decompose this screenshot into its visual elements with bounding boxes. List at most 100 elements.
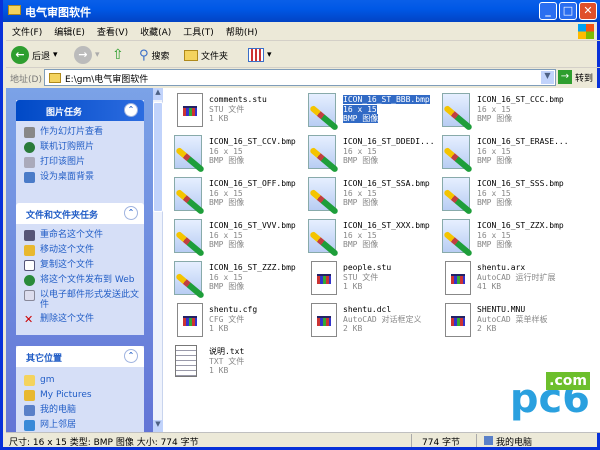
search-button[interactable]: ⚲ 搜索 xyxy=(139,45,170,65)
file-type: 16 x 15 xyxy=(209,272,243,282)
file-detail: 1 KB xyxy=(209,324,229,333)
desktop-icon xyxy=(24,172,35,183)
panel-header[interactable]: 其它位置 ⌃ xyxy=(16,346,144,367)
file-name: ICON_16_ST_CCV.bmp xyxy=(209,137,296,146)
file-item[interactable]: 说明.txt TXT 文件 1 KB xyxy=(166,342,299,384)
collapse-chevron-icon[interactable]: ⌃ xyxy=(124,103,138,117)
scroll-up-icon[interactable]: ▲ xyxy=(153,88,163,100)
toolbar: ← 后退 ▾ → ▾ ⇧ ⚲ 搜索 文件夹 ▾ xyxy=(6,42,600,68)
minimize-button[interactable]: _ xyxy=(539,2,557,20)
rename-icon xyxy=(24,230,35,241)
file-name: ICON_16_ST_ERASE... xyxy=(477,137,569,146)
place-my-pictures[interactable]: My Pictures xyxy=(16,388,144,403)
folders-button[interactable]: 文件夹 xyxy=(184,45,228,65)
file-type: 16 x 15 xyxy=(477,230,511,240)
file-item[interactable]: ICON_16_ST_ZZX.bmp 16 x 15 BMP 图像 xyxy=(434,216,567,258)
bmp-image-icon xyxy=(305,218,339,258)
file-type: 16 x 15 xyxy=(477,188,511,198)
window-title: 电气审图软件 xyxy=(25,6,91,19)
forward-button[interactable]: → ▾ xyxy=(74,45,100,65)
panel-title: 其它位置 xyxy=(26,354,63,364)
back-button[interactable]: ← 后退 ▾ xyxy=(11,45,58,65)
file-item[interactable]: people.stu STU 文件 1 KB xyxy=(300,258,433,300)
location-label: 我的电脑 xyxy=(496,438,533,448)
address-dropdown-icon[interactable]: ▼ xyxy=(541,71,554,84)
menu-favorites[interactable]: 收藏(A) xyxy=(134,22,177,41)
panel-title: 文件和文件夹任务 xyxy=(26,211,99,221)
file-item[interactable]: ICON_16_ST_ERASE... 16 x 15 BMP 图像 xyxy=(434,132,569,174)
collapse-chevron-icon[interactable]: ⌃ xyxy=(124,206,138,220)
task-set-wallpaper[interactable]: 设为桌面背景 xyxy=(16,170,144,185)
file-item[interactable]: ICON_16_ST_BBB.bmp 16 x 15 BMP 图像 xyxy=(300,90,433,132)
file-item[interactable]: ICON_16_ST_ZZZ.bmp 16 x 15 BMP 图像 xyxy=(166,258,299,300)
menu-tools[interactable]: 工具(T) xyxy=(177,22,220,41)
place-network[interactable]: 网上邻居 xyxy=(16,418,144,433)
close-button[interactable]: ✕ xyxy=(579,2,597,20)
explorer-window: 电气审图软件 _ □ ✕ 文件(F) 编辑(E) 查看(V) 收藏(A) 工具(T) 帮助… xyxy=(0,0,600,450)
scroll-down-icon[interactable]: ▼ xyxy=(153,420,163,432)
task-move[interactable]: 移动这个文件 xyxy=(16,243,144,258)
file-name: 说明.txt xyxy=(209,347,245,356)
file-item[interactable]: ICON_16_ST_DDEDI... 16 x 15 BMP 图像 xyxy=(300,132,435,174)
file-item[interactable]: ICON_16_ST_VVV.bmp 16 x 15 BMP 图像 xyxy=(166,216,299,258)
menu-file[interactable]: 文件(F) xyxy=(6,22,48,41)
file-name: shentu.dcl xyxy=(343,305,392,314)
picture-tasks-panel: 图片任务 ⌃ 作为幻灯片查看 联机订购照片 打印该图片 设为桌面背景 xyxy=(16,100,144,206)
menu-view[interactable]: 查看(V) xyxy=(91,22,134,41)
file-item[interactable]: shentu.cfg CFG 文件 1 KB xyxy=(166,300,299,342)
search-label: 搜索 xyxy=(151,51,170,62)
place-label: 我的电脑 xyxy=(40,405,77,415)
file-item[interactable]: ICON_16_ST_OFF.bmp 16 x 15 BMP 图像 xyxy=(166,174,299,216)
file-item[interactable]: ICON_16_ST_CCC.bmp 16 x 15 BMP 图像 xyxy=(434,90,567,132)
file-name: SHENTU.MNU xyxy=(477,305,526,314)
file-item[interactable]: ICON_16_ST_SSS.bmp 16 x 15 BMP 图像 xyxy=(434,174,567,216)
email-icon xyxy=(24,290,35,301)
address-input[interactable]: E:\gm\电气审图软件 ▼ xyxy=(44,69,556,86)
menu-help[interactable]: 帮助(H) xyxy=(220,22,264,41)
file-item[interactable]: shentu.arx AutoCAD 运行时扩展 41 KB xyxy=(434,258,567,300)
place-label: 网上邻居 xyxy=(40,420,77,430)
vertical-scrollbar[interactable]: ▲ ▼ xyxy=(153,88,163,432)
file-item[interactable]: comments.stu STU 文件 1 KB xyxy=(166,90,299,132)
file-type: 16 x 15 xyxy=(209,230,243,240)
task-label: 将这个文件发布到 Web xyxy=(40,275,135,285)
file-folder-tasks-panel: 文件和文件夹任务 ⌃ 重命名这个文件 移动这个文件 复制这个文件 将这个文件发布到… xyxy=(16,203,144,335)
status-info: 尺寸: 16 x 15 类型: BMP 图像 大小: 774 字节 xyxy=(9,438,199,448)
file-item[interactable]: ICON_16_ST_SSA.bmp 16 x 15 BMP 图像 xyxy=(300,174,433,216)
file-item[interactable]: ICON_16_ST_CCV.bmp 16 x 15 BMP 图像 xyxy=(166,132,299,174)
task-print[interactable]: 打印该图片 xyxy=(16,155,144,170)
task-rename[interactable]: 重命名这个文件 xyxy=(16,228,144,243)
scroll-thumb[interactable] xyxy=(153,102,163,212)
task-label: 作为幻灯片查看 xyxy=(40,127,104,137)
file-detail: BMP 图像 xyxy=(343,198,379,207)
file-item[interactable]: SHENTU.MNU AutoCAD 菜单样板 2 KB xyxy=(434,300,567,342)
task-email[interactable]: 以电子邮件形式发送此文件 xyxy=(16,288,144,312)
maximize-button[interactable]: □ xyxy=(559,2,577,20)
task-label: 复制这个文件 xyxy=(40,260,95,270)
place-my-computer[interactable]: 我的电脑 xyxy=(16,403,144,418)
windows-logo-icon xyxy=(578,24,594,39)
address-label: 地址(D) xyxy=(10,75,42,85)
file-item[interactable]: ICON_16_ST_XXX.bmp 16 x 15 BMP 图像 xyxy=(300,216,433,258)
up-folder-button[interactable]: ⇧ xyxy=(112,45,124,65)
task-label: 移动这个文件 xyxy=(40,245,95,255)
task-slideshow[interactable]: 作为幻灯片查看 xyxy=(16,125,144,140)
file-detail: 2 KB xyxy=(343,324,363,333)
views-button[interactable]: ▾ xyxy=(248,45,272,65)
task-order-prints[interactable]: 联机订购照片 xyxy=(16,140,144,155)
menu-edit[interactable]: 编辑(E) xyxy=(48,22,91,41)
copy-icon xyxy=(24,260,35,271)
task-delete[interactable]: ✕ 删除这个文件 xyxy=(16,312,144,327)
place-gm[interactable]: gm xyxy=(16,373,144,388)
task-copy[interactable]: 复制这个文件 xyxy=(16,258,144,273)
pictures-folder-icon xyxy=(24,390,35,401)
task-publish-web[interactable]: 将这个文件发布到 Web xyxy=(16,273,144,288)
file-item[interactable]: shentu.dcl AutoCAD 对话框定义 2 KB xyxy=(300,300,433,342)
panel-header[interactable]: 图片任务 ⌃ xyxy=(16,100,144,121)
panel-header[interactable]: 文件和文件夹任务 ⌃ xyxy=(16,203,144,224)
bmp-image-icon xyxy=(439,92,473,132)
document-file-icon xyxy=(305,260,339,298)
collapse-chevron-icon[interactable]: ⌃ xyxy=(124,349,138,363)
search-icon: ⚲ xyxy=(139,47,149,63)
go-button[interactable]: → 转到 xyxy=(558,70,593,84)
